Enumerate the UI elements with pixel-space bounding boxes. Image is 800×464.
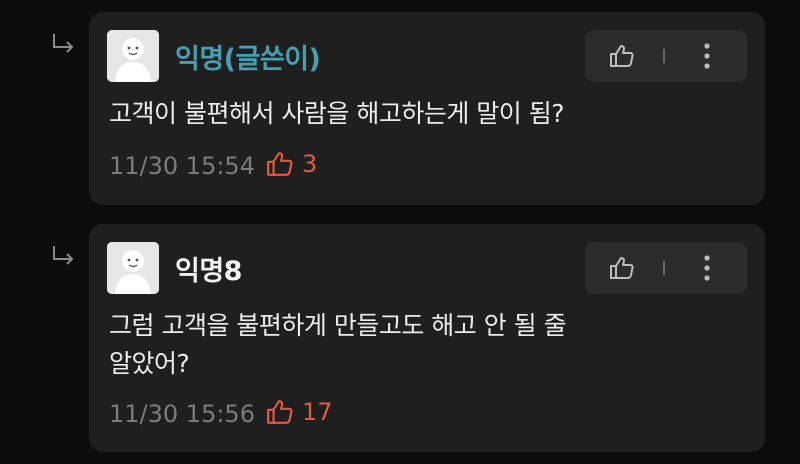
- comment-actions: [585, 242, 747, 294]
- comment-card: 익명8 그럼 고객을 불편하게 만들고도 해고 안 될 줄 알았어? 11/30…: [89, 224, 765, 452]
- comment-author[interactable]: 익명(글쓴이): [175, 37, 321, 76]
- comment-line: 그럼 고객을 불편하게 만들고도 해고 안 될 줄: [109, 311, 567, 340]
- avatar[interactable]: [107, 30, 159, 82]
- avatar-icon: [107, 30, 159, 82]
- reply-arrow-icon: [53, 34, 74, 53]
- comment-author[interactable]: 익명8: [175, 249, 242, 288]
- comment-body: 그럼 고객을 불편하게 만들고도 해고 안 될 줄 알았어?: [109, 307, 729, 383]
- comment-line: 고객이 불편해서 사람을 해고하는게 말이 됨?: [109, 99, 565, 128]
- thumbs-up-icon[interactable]: [609, 44, 635, 68]
- comment-line: 알았어?: [109, 349, 190, 378]
- comment-timestamp: 11/30 15:56: [109, 400, 255, 428]
- more-vertical-icon[interactable]: [697, 41, 717, 71]
- more-vertical-icon[interactable]: [697, 253, 717, 283]
- like-button[interactable]: 17: [266, 398, 333, 426]
- comment-body: 고객이 불편해서 사람을 해고하는게 말이 됨?: [109, 95, 729, 133]
- like-count: 3: [302, 150, 318, 178]
- thumbs-up-icon: [267, 152, 293, 176]
- avatar-icon: [107, 242, 159, 294]
- thumbs-up-icon: [267, 400, 293, 424]
- reply-arrow-icon: [53, 246, 74, 265]
- like-button[interactable]: 3: [266, 150, 317, 178]
- action-divider: [663, 49, 665, 63]
- thumbs-up-icon[interactable]: [609, 256, 635, 280]
- like-count: 17: [302, 398, 333, 426]
- avatar[interactable]: [107, 242, 159, 294]
- comment-timestamp: 11/30 15:54: [109, 152, 255, 180]
- comment-actions: [585, 30, 747, 82]
- comment-card: 익명(글쓴이) 고객이 불편해서 사람을 해고하는게 말이 됨? 11/30 1…: [89, 12, 765, 205]
- action-divider: [663, 261, 665, 275]
